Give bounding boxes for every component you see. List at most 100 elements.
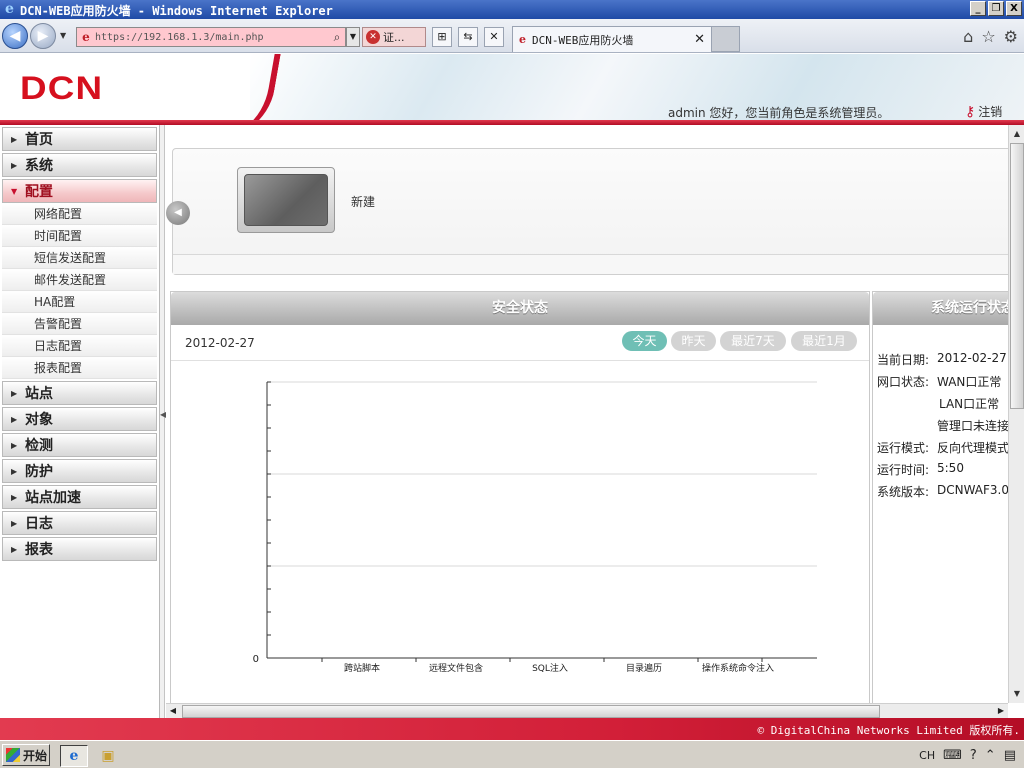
status-key: 运行模式:: [877, 441, 930, 455]
page-header: DCN admin 您好，您当前角色是系统管理员。 ⚷ 注销: [0, 54, 1024, 120]
sidebar-subitem-sms[interactable]: 短信发送配置: [2, 247, 157, 269]
copyright-text: © DigitalChina Networks Limited 版权所有.: [757, 724, 1020, 737]
home-icon[interactable]: ⌂: [963, 27, 973, 46]
back-button[interactable]: ◀: [2, 23, 28, 49]
refresh-icon[interactable]: ⇆: [458, 27, 478, 47]
page-favicon-icon: e: [82, 30, 90, 44]
sidebar-subitem-log[interactable]: 日志配置: [2, 335, 157, 357]
restore-button[interactable]: ❐: [988, 1, 1004, 16]
window-title-bar: e DCN-WEB应用防火墙 - Windows Internet Explor…: [0, 0, 1024, 19]
certificate-error-label: 证...: [383, 31, 405, 44]
scroll-down-icon[interactable]: ▼: [1011, 687, 1023, 701]
sidebar-subitem-email[interactable]: 邮件发送配置: [2, 269, 157, 291]
filter-1month-button[interactable]: 最近1月: [791, 331, 857, 351]
system-status-title: 系统运行状态: [873, 292, 1008, 325]
browser-tab[interactable]: e DCN-WEB应用防火墙 ✕: [512, 26, 712, 52]
sidebar-menu: ▶ 首页 ▶ 系统 ▼ 配置 网络配置 时间配置 短信发送配置 邮件发送配置 HA配置…: [0, 125, 160, 718]
security-date: 2012-02-27: [185, 336, 255, 350]
filter-yesterday-button[interactable]: 昨天: [671, 331, 716, 351]
sidebar-item-site-acceleration[interactable]: ▶ 站点加速: [2, 485, 157, 509]
browser-right-icons: ⌂ ☆ ⚙: [963, 27, 1018, 46]
sidebar-subitem-report[interactable]: 报表配置: [2, 357, 157, 379]
triangle-right-icon: ▶: [11, 492, 18, 502]
scroll-left-icon[interactable]: ◀: [166, 704, 180, 718]
minimize-button[interactable]: _: [970, 1, 986, 16]
logout-link[interactable]: ⚷ 注销: [965, 103, 1002, 120]
new-tab-button[interactable]: [711, 26, 740, 52]
filter-today-button[interactable]: 今天: [622, 331, 667, 351]
sidebar-item-logs[interactable]: ▶ 日志: [2, 511, 157, 535]
horizontal-scroll-thumb[interactable]: [182, 705, 880, 718]
vertical-scroll-thumb[interactable]: [1010, 143, 1024, 409]
close-window-button[interactable]: X: [1006, 1, 1022, 16]
sidebar-item-label: 首页: [25, 132, 53, 148]
windows-taskbar: 开始 e ▣ CH ⌨ ? ⌃ ▤: [0, 740, 1024, 768]
tab-close-icon[interactable]: ✕: [694, 32, 705, 47]
status-value: 5:50: [937, 461, 964, 475]
triangle-right-icon: ▶: [11, 544, 18, 554]
certificate-error-button[interactable]: ✕ 证...: [362, 27, 426, 47]
prev-arrow-button[interactable]: ◀: [166, 201, 190, 225]
sidebar-item-system[interactable]: ▶ 系统: [2, 153, 157, 177]
scroll-up-icon[interactable]: ▲: [1011, 127, 1023, 141]
sidebar-item-site[interactable]: ▶ 站点: [2, 381, 157, 405]
vertical-scrollbar[interactable]: ▲ ▼: [1008, 125, 1024, 703]
sidebar-item-label: 检测: [25, 438, 53, 454]
network-icon[interactable]: ▤: [1004, 748, 1016, 763]
search-icon[interactable]: ⌕: [329, 30, 345, 45]
new-shortcut-tile[interactable]: [237, 167, 335, 233]
url-text[interactable]: https://192.168.1.3/main.php: [95, 32, 329, 43]
status-value: 2012-02-27: [937, 351, 1007, 365]
forward-button[interactable]: ▶: [30, 23, 56, 49]
tray-expand-icon[interactable]: ⌃: [985, 748, 996, 763]
status-value: LAN口正常: [939, 397, 1000, 411]
sidebar-item-reports[interactable]: ▶ 报表: [2, 537, 157, 561]
sidebar-item-label: 系统: [25, 158, 53, 174]
sidebar-subitem-alarm[interactable]: 告警配置: [2, 313, 157, 335]
history-dropdown-icon[interactable]: ▼: [60, 31, 66, 40]
gear-icon[interactable]: ⚙: [1004, 27, 1018, 46]
horizontal-scrollbar[interactable]: ◀ ▶: [166, 703, 1008, 718]
status-row-lan: LAN口正常: [873, 391, 1008, 413]
keyboard-icon[interactable]: ⌨: [943, 748, 962, 763]
triangle-right-icon: ▶: [11, 160, 18, 170]
address-dropdown-icon[interactable]: ▼: [346, 27, 360, 47]
new-label[interactable]: 新建: [351, 193, 375, 210]
sidebar-subitem-ha[interactable]: HA配置: [2, 291, 157, 313]
status-key: 运行时间:: [877, 463, 930, 477]
sidebar-subitem-time[interactable]: 时间配置: [2, 225, 157, 247]
taskbar-folder-icon[interactable]: ▣: [94, 745, 122, 767]
sidebar-item-label: 日志: [25, 516, 53, 532]
sidebar-item-detection[interactable]: ▶ 检测: [2, 433, 157, 457]
taskbar-ie-icon[interactable]: e: [60, 745, 88, 767]
dcn-logo: DCN: [20, 70, 104, 106]
favorites-star-icon[interactable]: ☆: [981, 27, 995, 46]
sidebar-item-home[interactable]: ▶ 首页: [2, 127, 157, 151]
triangle-down-icon: ▼: [11, 186, 18, 196]
address-bar[interactable]: e https://192.168.1.3/main.php ⌕: [76, 27, 346, 47]
status-value: 管理口未连接: [937, 419, 1008, 433]
start-button[interactable]: 开始: [2, 744, 50, 766]
help-icon[interactable]: ?: [970, 748, 977, 763]
system-status-panel: 系统运行状态 当前日期: 2012-02-27 网口状态: WAN口正常 LAN口正…: [872, 291, 1008, 703]
sidebar-splitter[interactable]: ◀: [160, 125, 166, 718]
tab-title: DCN-WEB应用防火墙: [532, 33, 634, 47]
status-row-mode: 运行模式: 反向代理模式: [873, 435, 1008, 457]
key-icon: ⚷: [965, 103, 976, 120]
language-indicator[interactable]: CH: [919, 749, 935, 762]
status-row-date: 当前日期: 2012-02-27: [873, 347, 1008, 369]
tab-favicon-icon: e: [519, 33, 526, 46]
sidebar-subitem-network[interactable]: 网络配置: [2, 203, 157, 225]
sidebar-item-object[interactable]: ▶ 对象: [2, 407, 157, 431]
status-row-version: 系统版本: DCNWAF3.0: [873, 479, 1008, 501]
stop-icon[interactable]: ✕: [484, 27, 504, 47]
scroll-right-icon[interactable]: ▶: [994, 704, 1008, 718]
status-row-mgmt: 管理口未连接: [873, 413, 1008, 435]
compat-view-icon[interactable]: ⊞: [432, 27, 452, 47]
chart-x-tick-label: 操作系统命令注入: [702, 662, 774, 674]
sidebar-item-protection[interactable]: ▶ 防护: [2, 459, 157, 483]
sidebar-item-label: 配置: [25, 184, 53, 200]
filter-7days-button[interactable]: 最近7天: [720, 331, 786, 351]
windows-logo-icon: [6, 748, 20, 762]
sidebar-item-config[interactable]: ▼ 配置: [2, 179, 157, 203]
